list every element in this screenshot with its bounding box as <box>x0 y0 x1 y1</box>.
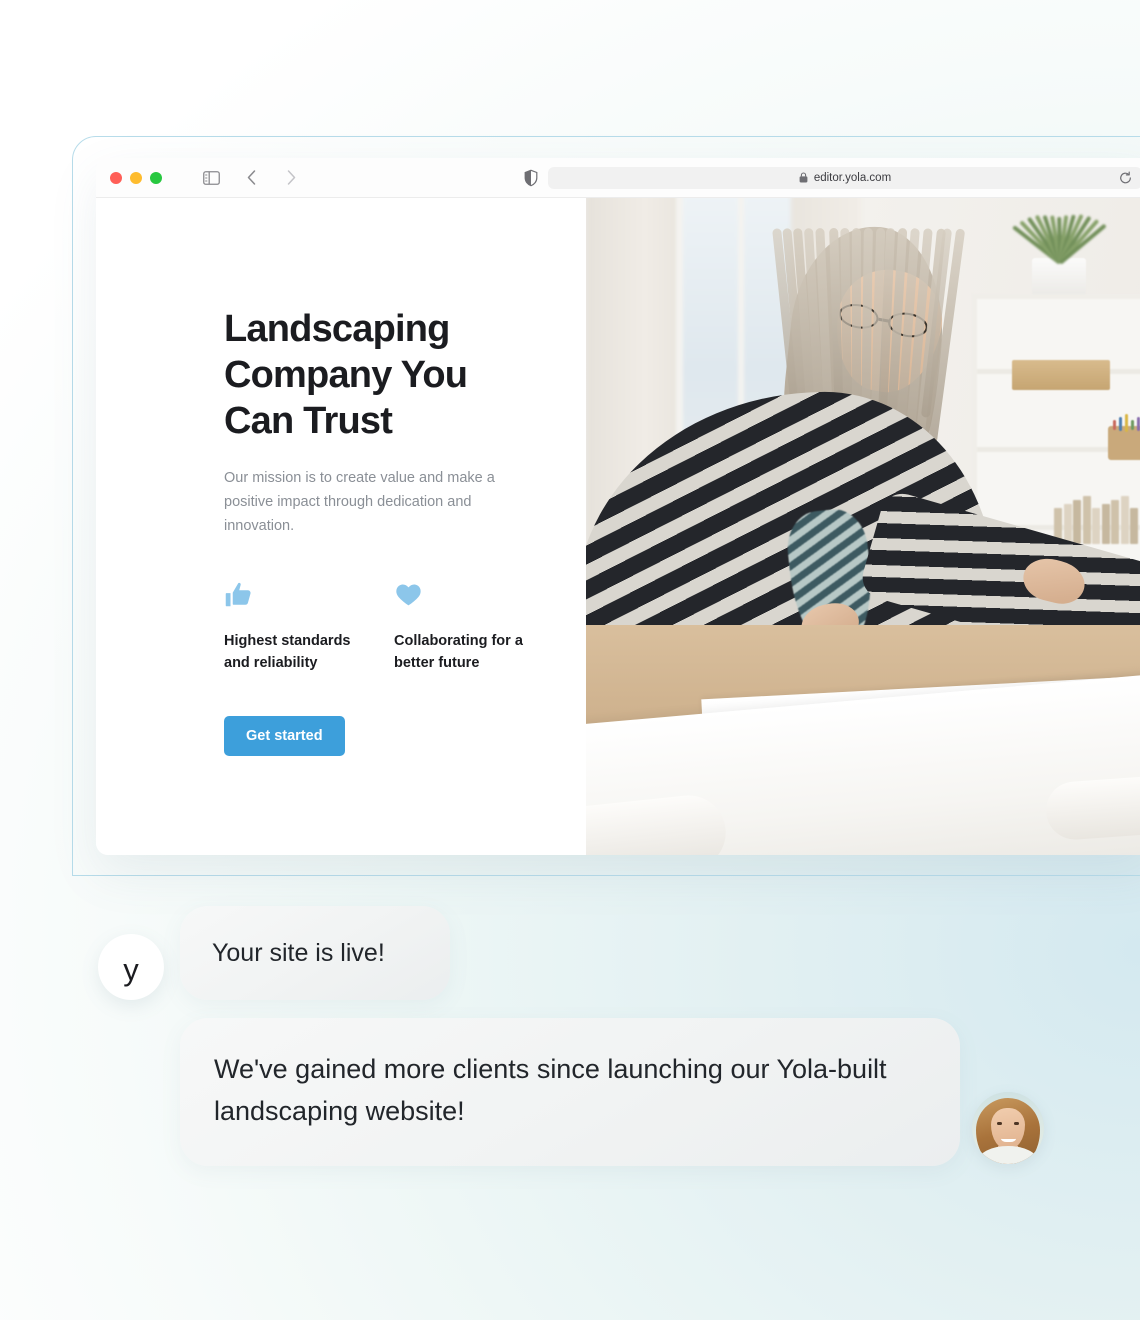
lock-icon <box>799 172 808 183</box>
chat-message-text: Your site is live! <box>212 938 385 967</box>
chevron-left-icon[interactable] <box>240 167 262 189</box>
thumbs-up-icon <box>224 580 359 610</box>
site-preview: Landscaping Company You Can Trust Our mi… <box>96 198 1140 855</box>
browser-titlebar: editor.yola.com <box>96 158 1140 198</box>
get-started-button[interactable]: Get started <box>224 716 345 756</box>
chat-message-text: We've gained more clients since launchin… <box>214 1054 887 1126</box>
browser-nav-controls <box>200 167 302 189</box>
sidebar-icon[interactable] <box>200 167 222 189</box>
close-window-button[interactable] <box>110 171 122 184</box>
maximize-window-button[interactable] <box>150 171 162 184</box>
feature-list: Highest standards and reliability Collab… <box>224 580 586 674</box>
hero-image-illustration <box>586 198 1140 855</box>
feature-item: Highest standards and reliability <box>224 580 359 674</box>
page-title: Landscaping Company You Can Trust <box>224 308 468 442</box>
feature-label: Collaborating for a better future <box>394 633 523 671</box>
reload-icon[interactable] <box>1119 171 1132 184</box>
feature-label: Highest standards and reliability <box>224 633 351 671</box>
customer-avatar <box>972 1092 1044 1164</box>
chat-bubble-customer: We've gained more clients since launchin… <box>180 1018 960 1166</box>
browser-window: editor.yola.com Landscaping Company You … <box>96 158 1140 855</box>
chevron-right-icon[interactable] <box>280 167 302 189</box>
hero-image <box>586 198 1140 855</box>
feature-item: Collaborating for a better future <box>394 580 529 674</box>
address-bar[interactable]: editor.yola.com <box>548 166 1140 189</box>
heart-icon <box>394 580 529 610</box>
hero-text-column: Landscaping Company You Can Trust Our mi… <box>96 198 586 855</box>
minimize-window-button[interactable] <box>130 171 142 184</box>
window-traffic-lights <box>110 171 162 184</box>
hero-subcopy: Our mission is to create value and make … <box>224 470 495 534</box>
shield-icon[interactable] <box>524 169 538 186</box>
brand-avatar: y <box>98 934 164 1000</box>
url-text: editor.yola.com <box>813 171 892 184</box>
chat-bubble-brand: Your site is live! <box>180 906 450 1000</box>
brand-avatar-letter: y <box>123 951 139 987</box>
address-bar-content: editor.yola.com <box>799 172 891 184</box>
